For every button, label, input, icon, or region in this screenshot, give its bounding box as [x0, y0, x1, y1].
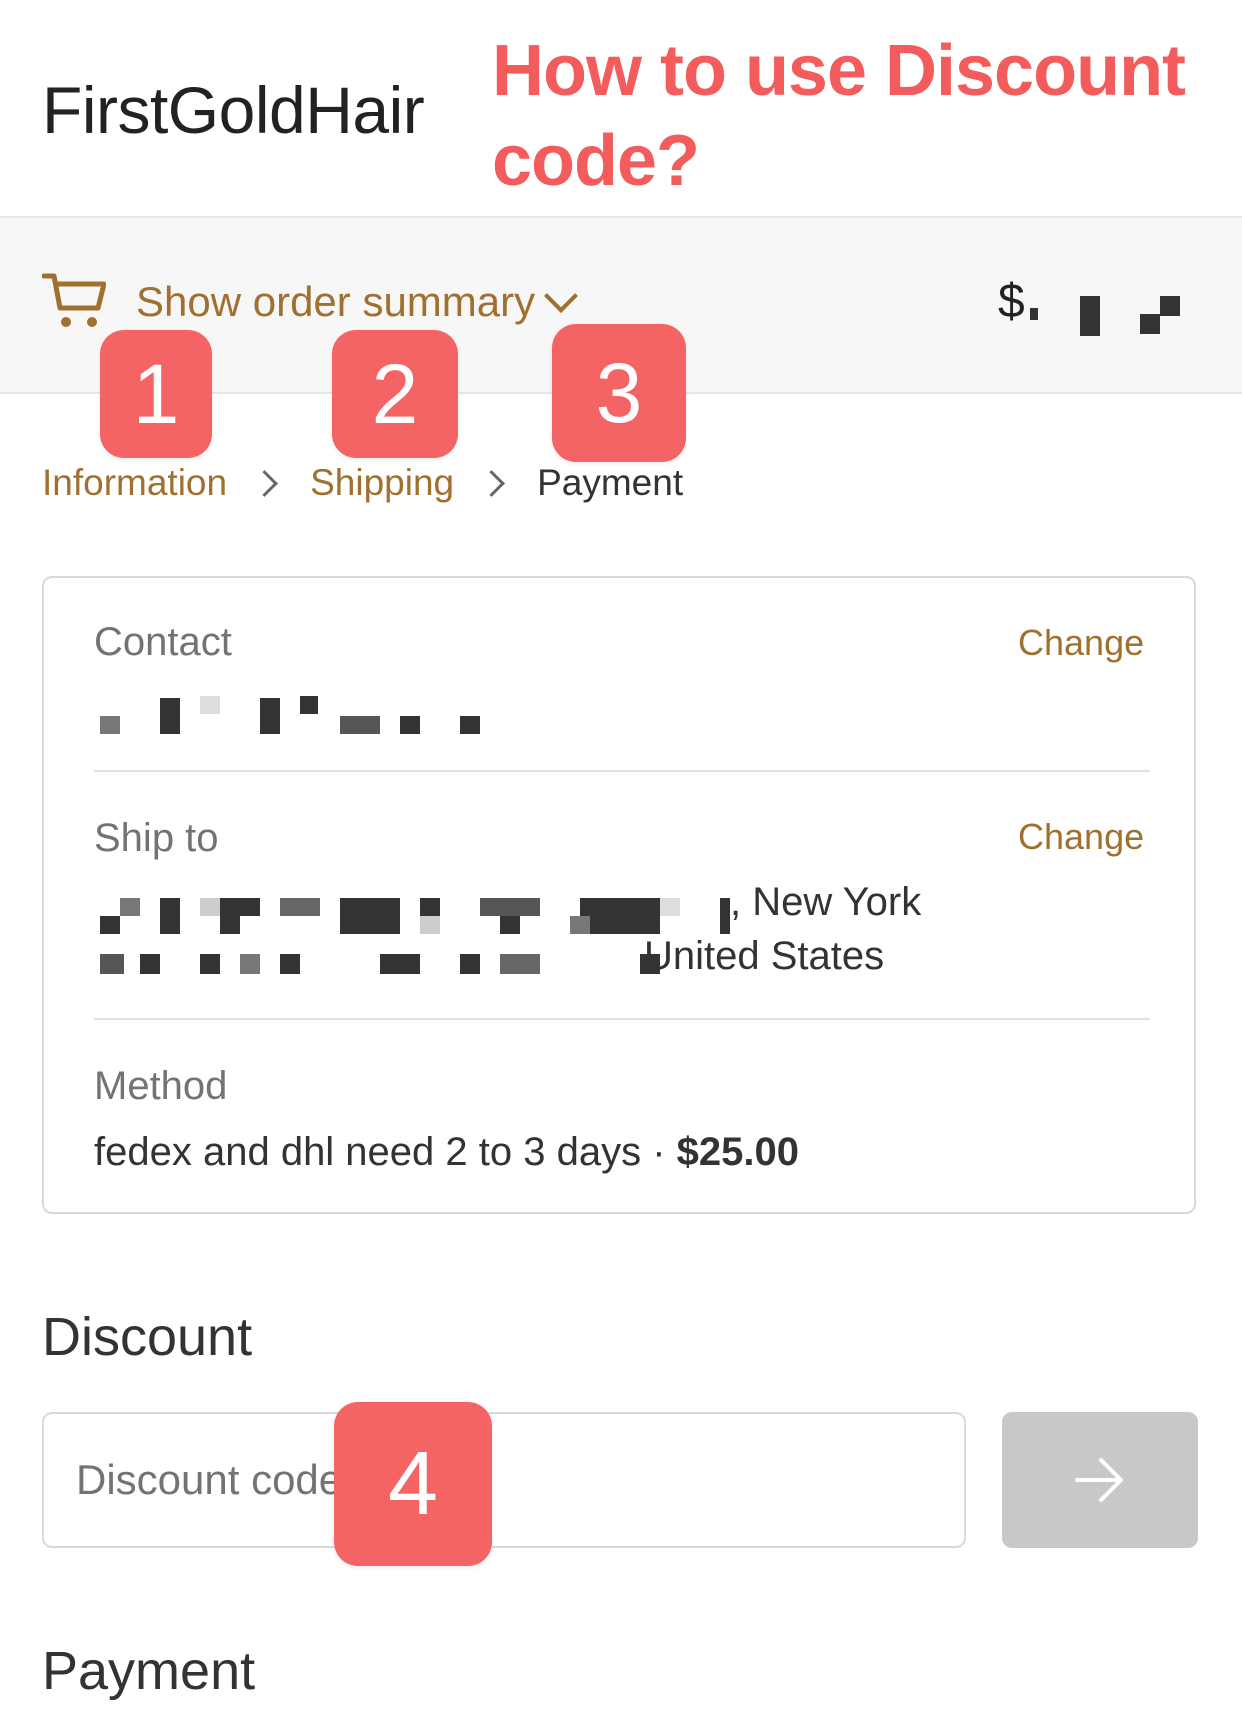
- cart-icon[interactable]: [42, 270, 106, 332]
- order-total-redacted: $: [998, 275, 1184, 338]
- contact-value-redacted: [94, 690, 494, 736]
- chevron-down-icon: [544, 279, 579, 313]
- currency-symbol: $: [998, 275, 1025, 328]
- payment-title: Payment: [42, 1641, 256, 1701]
- store-logo[interactable]: FirstGoldHair: [42, 72, 425, 148]
- annotation-title: How to use Discount code?: [492, 31, 1186, 201]
- discount-code-input[interactable]: [42, 1412, 966, 1548]
- ship-to-country: United States: [644, 934, 885, 978]
- chevron-right-icon: [478, 469, 506, 497]
- arrow-right-icon: [1075, 1458, 1123, 1502]
- summary-toggle-label: Show order summary: [136, 278, 536, 325]
- shipping-price: $25.00: [676, 1130, 799, 1174]
- apply-discount-button[interactable]: [1002, 1412, 1198, 1548]
- contact-label: Contact: [94, 620, 232, 664]
- chevron-right-icon: [251, 469, 279, 497]
- ship-to-label: Ship to: [94, 816, 219, 860]
- ship-to-city-state: , New York: [730, 880, 922, 924]
- breadcrumb-payment: Payment: [537, 462, 684, 503]
- show-order-summary-toggle[interactable]: Show order summary: [136, 278, 579, 326]
- shipping-method: fedex and dhl need 2 to 3 days · $25.00: [94, 1130, 799, 1175]
- change-ship-to-link[interactable]: Change: [1018, 816, 1144, 858]
- review-divider: [94, 1018, 1150, 1020]
- checkout-breadcrumb: Information Shipping Payment: [42, 462, 683, 504]
- annotation-badge-4: 4: [334, 1402, 492, 1566]
- shipping-method-text: fedex and dhl need 2 to 3 days ·: [94, 1130, 677, 1174]
- discount-title: Discount: [42, 1307, 253, 1367]
- breadcrumb-information[interactable]: Information: [42, 462, 227, 504]
- annotation-badge-1: 1: [100, 330, 212, 458]
- annotation-badge-2: 2: [332, 330, 458, 458]
- breadcrumb-shipping[interactable]: Shipping: [310, 462, 454, 504]
- method-label: Method: [94, 1064, 228, 1108]
- change-contact-link[interactable]: Change: [1018, 622, 1144, 664]
- annotation-badge-3: 3: [552, 324, 686, 462]
- review-divider: [94, 770, 1150, 772]
